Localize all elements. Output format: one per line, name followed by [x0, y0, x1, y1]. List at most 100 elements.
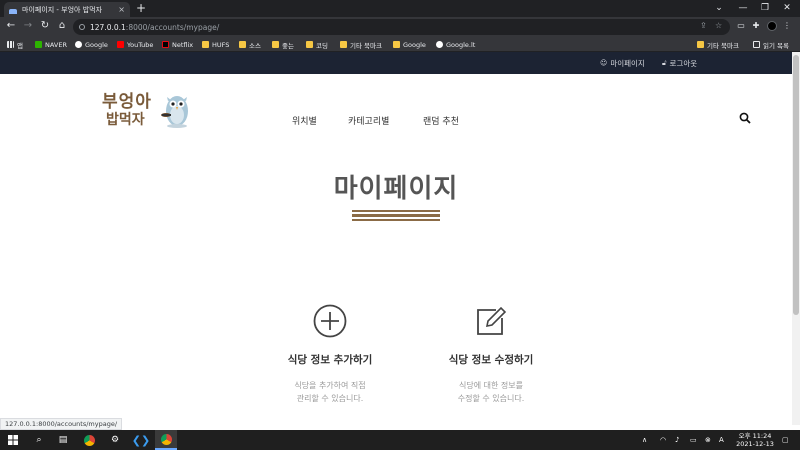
bookmark-google[interactable]: Google	[75, 37, 108, 52]
web-page: ☺ 마이페이지 🔓︎ 로그아웃 부엉아 밥먹자 위치별 카테고리별 랜덤 추천	[0, 52, 792, 425]
bookmark-star-icon[interactable]: ☆	[715, 21, 722, 30]
google-icon	[75, 41, 82, 48]
tab-title: 마이페이지 - 부엉아 밥먹자	[22, 5, 103, 14]
site-info-icon[interactable]	[79, 24, 85, 30]
bookmark-label: 앱	[17, 41, 23, 50]
bookmark-label: 소스	[249, 41, 261, 50]
chrome-taskbar-icon[interactable]	[78, 430, 100, 450]
page-scrollbar[interactable]	[792, 52, 800, 425]
tab-search-icon[interactable]: ⌄	[706, 0, 732, 17]
bookmark-good[interactable]: 좋는	[272, 37, 294, 52]
home-icon[interactable]: ⌂	[55, 19, 69, 33]
youtube-icon	[117, 41, 124, 48]
nav-by-category[interactable]: 카테고리별	[348, 114, 389, 127]
back-icon[interactable]: ←	[4, 19, 18, 33]
bookmark-label: Google	[403, 40, 426, 49]
bookmark-label: 코딩	[316, 41, 328, 50]
plus-circle-icon	[313, 304, 347, 338]
close-window-button[interactable]: ✕	[774, 0, 800, 17]
folder-icon	[306, 41, 313, 48]
ime-icon[interactable]: ⊗	[705, 430, 711, 450]
bookmark-label: Google.lt	[446, 40, 476, 49]
battery-icon[interactable]: ▭	[690, 430, 697, 450]
extension-icon[interactable]: ▭	[735, 20, 747, 32]
edit-icon	[477, 306, 507, 335]
browser-tab[interactable]: 마이페이지 - 부엉아 밥먹자 ×	[4, 2, 130, 17]
chrome-active-taskbar-icon[interactable]	[155, 430, 177, 450]
folder-icon	[239, 41, 246, 48]
new-tab-button[interactable]: +	[136, 1, 146, 16]
bookmark-naver[interactable]: NAVER	[35, 37, 67, 52]
bookmark-coding[interactable]: 코딩	[306, 37, 328, 52]
url-path: :8000/accounts/mypage/	[125, 22, 220, 32]
search-icon[interactable]	[739, 112, 751, 124]
edit-restaurant-desc: 식당에 대한 정보를 수정할 수 있습니다.	[421, 379, 561, 405]
app-taskbar-icon[interactable]: ⚙	[104, 430, 126, 450]
bookmark-label: YouTube	[127, 40, 154, 49]
clock-date: 2021-12-13	[736, 440, 774, 448]
profile-avatar[interactable]	[767, 21, 777, 31]
address-bar[interactable]: 127.0.0.1:8000/accounts/mypage/ ⇪ ☆	[73, 19, 730, 35]
add-restaurant-card[interactable]: 식당 정보 추가하기 식당을 추가하여 직접 관리할 수 있습니다.	[260, 304, 400, 405]
taskbar-clock[interactable]: 오후 11:24 2021-12-13	[732, 432, 778, 448]
folder-icon	[697, 41, 704, 48]
logout-link-label: 로그아웃	[669, 58, 698, 68]
folder-icon	[393, 41, 400, 48]
google-icon	[436, 41, 443, 48]
bookmark-apps[interactable]: 앱	[7, 37, 23, 52]
apps-icon	[7, 41, 14, 48]
reload-icon[interactable]: ↻	[38, 19, 52, 33]
menu-icon[interactable]: ⋮	[781, 20, 793, 32]
bookmark-google-folder[interactable]: Google	[393, 37, 426, 52]
reading-list[interactable]: 읽기 목록	[753, 37, 789, 52]
desc-line: 관리할 수 있습니다.	[296, 394, 364, 403]
url-host: 127.0.0.1	[90, 22, 126, 32]
bookmark-netflix[interactable]: Netflix	[162, 37, 193, 52]
edit-restaurant-card[interactable]: 식당 정보 수정하기 식당에 대한 정보를 수정할 수 있습니다.	[421, 304, 561, 405]
task-view-icon[interactable]: ▤	[52, 430, 74, 450]
netflix-icon	[162, 41, 169, 48]
bookmark-youtube[interactable]: YouTube	[117, 37, 153, 52]
notification-icon[interactable]: ▢	[782, 430, 789, 450]
scrollbar-thumb[interactable]	[793, 55, 799, 315]
bookmark-label: NAVER	[45, 40, 67, 49]
bookmark-other-right[interactable]: 기타 북마크	[697, 37, 739, 52]
bookmark-hufs[interactable]: HUFS	[202, 37, 229, 52]
bookmark-source[interactable]: 소스	[239, 37, 261, 52]
site-logo[interactable]: 부엉아 밥먹자	[100, 85, 192, 135]
language-icon[interactable]: A	[719, 430, 724, 450]
bookmark-label: 읽기 목록	[763, 41, 789, 50]
nav-by-location[interactable]: 위치별	[292, 114, 317, 127]
nav-random[interactable]: 랜덤 추천	[423, 114, 459, 127]
desc-line: 식당을 추가하여 직접	[294, 381, 366, 390]
wifi-icon[interactable]: ◠	[660, 430, 666, 450]
bookmark-label: 좋는	[282, 41, 294, 50]
folder-icon	[272, 41, 279, 48]
bookmark-label: HUFS	[212, 40, 230, 49]
add-restaurant-desc: 식당을 추가하여 직접 관리할 수 있습니다.	[260, 379, 400, 405]
site-favicon-icon	[9, 6, 17, 14]
lock-icon: 🔓︎	[662, 58, 667, 67]
tab-close-icon[interactable]: ×	[118, 5, 125, 14]
volume-icon[interactable]: ♪	[675, 430, 679, 450]
add-restaurant-title: 식당 정보 추가하기	[287, 354, 373, 366]
start-button[interactable]	[2, 430, 24, 450]
forward-icon[interactable]: →	[21, 19, 35, 33]
bookmark-other[interactable]: 기타 북마크	[340, 37, 382, 52]
vscode-taskbar-icon[interactable]: ❮❯	[130, 430, 152, 450]
folder-icon	[202, 41, 209, 48]
puzzle-icon[interactable]: ✚	[750, 20, 762, 32]
share-icon[interactable]: ⇪	[700, 21, 707, 30]
bookmark-google-lt[interactable]: Google.lt	[436, 37, 475, 52]
bookmarks-bar: 앱 NAVER Google YouTube Netflix HUFS 소스 좋…	[0, 37, 800, 52]
site-top-bar: ☺ 마이페이지 🔓︎ 로그아웃	[0, 52, 792, 74]
owl-mascot-icon	[161, 96, 188, 128]
mypage-link[interactable]: ☺ 마이페이지	[600, 52, 645, 74]
logout-link[interactable]: 🔓︎ 로그아웃	[662, 52, 697, 74]
search-icon[interactable]: ⌕	[28, 430, 50, 450]
edit-restaurant-title: 식당 정보 수정하기	[448, 354, 534, 366]
title-underline	[352, 210, 440, 221]
tray-chevron-icon[interactable]: ∧	[642, 430, 647, 450]
browser-tab-bar: 마이페이지 - 부엉아 밥먹자 × + ⌄ — ❐ ✕	[0, 0, 800, 17]
desc-line: 식당에 대한 정보를	[459, 381, 523, 390]
